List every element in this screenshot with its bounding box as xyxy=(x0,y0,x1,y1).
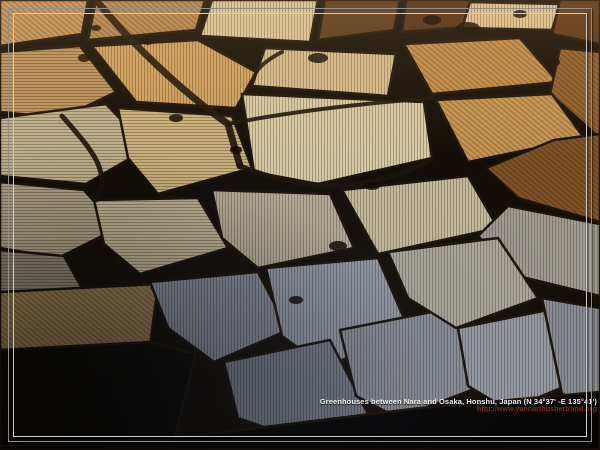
photo-credit-url: http://www.yannarthusbertrand.org xyxy=(320,406,597,413)
aerial-photo-illustration xyxy=(0,0,600,450)
cool-tint-overlay xyxy=(0,0,600,450)
photo-caption-location: Greenhouses between Nara and Osaka, Hons… xyxy=(320,398,597,406)
photo-caption: Greenhouses between Nara and Osaka, Hons… xyxy=(320,398,597,413)
wallpaper-desktop: Greenhouses between Nara and Osaka, Hons… xyxy=(0,0,600,450)
